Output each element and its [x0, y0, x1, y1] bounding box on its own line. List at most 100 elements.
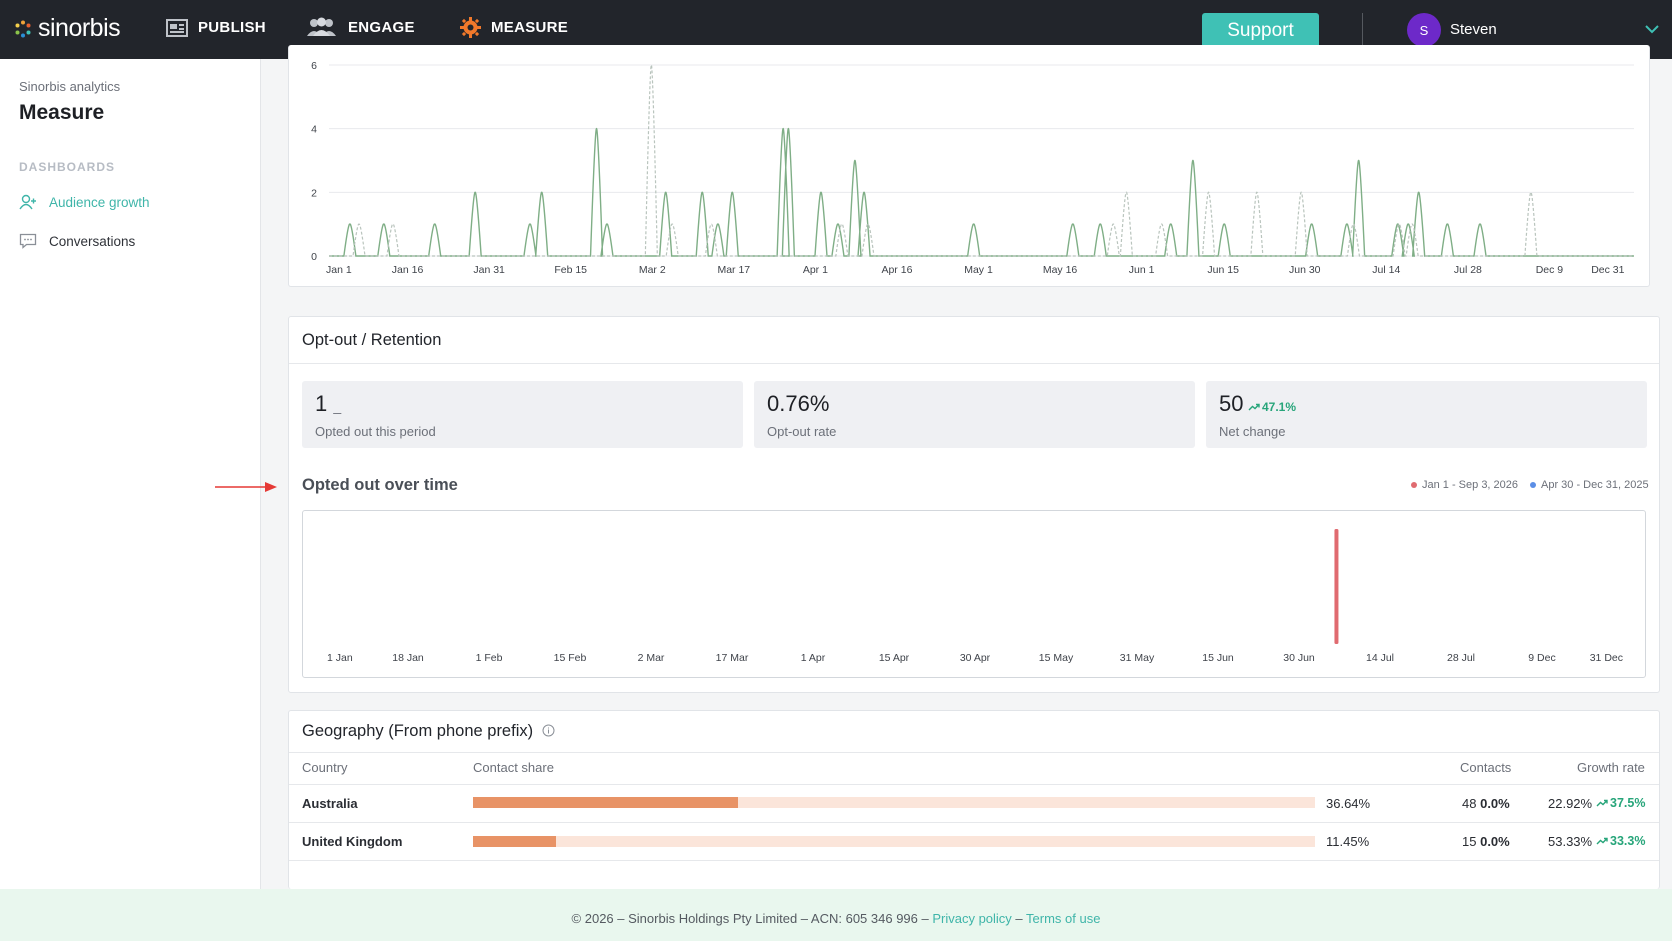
x-tick-label: Jun 30 [1289, 264, 1321, 276]
user-icon [19, 194, 36, 210]
stat-opted-out: 1 _ Opted out this period [302, 381, 743, 448]
x-tick-label: Mar 17 [717, 264, 750, 276]
x-tick-label: May 16 [1043, 264, 1078, 276]
growth-trend: 37.5% [1596, 796, 1645, 810]
brand-name: sinorbis [38, 14, 121, 42]
x-tick-label: Jun 1 [1129, 264, 1155, 276]
x-tick-label: 1 Apr [801, 652, 826, 664]
x-tick-label: 2 Mar [638, 652, 665, 664]
x-tick-label: Apr 1 [803, 264, 828, 276]
user-avatar[interactable]: S [1407, 13, 1441, 47]
info-icon[interactable] [542, 724, 555, 737]
stat-trend: 47.1% [1248, 400, 1296, 414]
y-tick-label: 2 [311, 187, 317, 199]
topbar-divider [1362, 13, 1363, 47]
stat-suffix: _ [333, 398, 342, 414]
sidebar-item-conversations[interactable]: Conversations [19, 233, 135, 249]
column-header-country[interactable]: Country [302, 760, 348, 775]
sidebar-title: Measure [19, 101, 105, 124]
x-tick-label: 18 Jan [392, 652, 424, 664]
nav-publish[interactable]: PUBLISH [166, 17, 266, 37]
column-header-contacts[interactable]: Contacts [1460, 760, 1511, 775]
trend-up-icon [1596, 799, 1608, 807]
privacy-policy-link[interactable]: Privacy policy [932, 911, 1011, 926]
optout-chart-title: Opted out over time [302, 476, 458, 494]
geography-divider [289, 752, 1659, 753]
x-tick-label: Dec 31 [1591, 264, 1624, 276]
y-tick-label: 4 [311, 124, 317, 136]
nav-engage[interactable]: ENGAGE [305, 17, 415, 37]
share-value: 36.64% [1326, 796, 1371, 811]
x-tick-label: 28 Jul [1447, 652, 1475, 664]
trend-up-icon [1248, 403, 1260, 411]
x-tick-label: 1 Feb [476, 652, 503, 664]
x-tick-label: 30 Apr [960, 652, 991, 664]
geography-title: Geography (From phone prefix) [302, 722, 555, 741]
x-tick-label: 15 Jun [1202, 652, 1234, 664]
share-bar-track [473, 836, 1315, 847]
x-tick-label: Feb 15 [554, 264, 587, 276]
country-name: Australia [302, 796, 358, 811]
stat-optout-rate: 0.76% Opt-out rate [754, 381, 1195, 448]
x-tick-label: 15 May [1039, 652, 1074, 664]
x-tick-label: 14 Jul [1366, 652, 1394, 664]
annotation-arrow-icon [215, 482, 277, 492]
optout-title: Opt-out / Retention [302, 331, 442, 349]
x-tick-label: 9 Dec [1528, 652, 1555, 664]
country-name: United Kingdom [302, 834, 403, 849]
chevron-down-icon[interactable] [1645, 24, 1659, 34]
x-tick-label: 31 May [1120, 652, 1155, 664]
column-header-growth[interactable]: Growth rate [1577, 760, 1645, 775]
x-tick-label: Mar 2 [639, 264, 666, 276]
nav-measure-label: MEASURE [491, 19, 569, 36]
y-tick-label: 6 [311, 60, 317, 72]
stat-label: Opt-out rate [767, 424, 837, 439]
column-header-share[interactable]: Contact share [473, 760, 554, 775]
contacts-value: 48 0.0% [1462, 796, 1510, 811]
optout-chart-frame: 1 Jan 18 Jan 1 Feb 15 Feb 2 Mar 17 Mar 1 Apr 15… [302, 510, 1646, 678]
optout-bar [1334, 529, 1339, 644]
stat-net-change: 50 47.1% Net change [1206, 381, 1647, 448]
growth-trend: 33.3% [1596, 834, 1645, 848]
sinorbis-logo-icon [15, 20, 31, 37]
sidebar-item-audience-growth[interactable]: Audience growth [19, 194, 150, 210]
stat-label: Opted out this period [315, 424, 436, 439]
legend-item[interactable]: Jan 1 - Sep 3, 2026 [1411, 479, 1518, 491]
stat-label: Net change [1219, 424, 1286, 439]
x-tick-label: 17 Mar [716, 652, 749, 664]
x-tick-label: 15 Feb [554, 652, 587, 664]
nav-publish-label: PUBLISH [198, 18, 266, 36]
brand-logo[interactable]: sinorbis [14, 14, 121, 43]
x-tick-label: Jan 16 [392, 264, 424, 276]
people-icon [307, 17, 336, 36]
x-tick-label: 30 Jun [1283, 652, 1315, 664]
x-tick-label: 31 Dec [1590, 652, 1623, 664]
chat-icon [19, 233, 37, 249]
sidebar-item-label: Audience growth [49, 194, 150, 210]
user-name[interactable]: Steven [1450, 21, 1497, 38]
x-tick-label: Dec 9 [1536, 264, 1564, 276]
legend-label: Apr 30 - Dec 31, 2025 [1541, 479, 1649, 491]
sidebar-subtitle: Sinorbis analytics [19, 79, 121, 94]
support-button[interactable]: Support [1202, 13, 1319, 48]
terms-of-use-link[interactable]: Terms of use [1026, 911, 1100, 926]
x-tick-label: May 1 [964, 264, 993, 276]
legend-dot [1411, 482, 1417, 488]
nav-measure[interactable]: MEASURE [460, 17, 568, 38]
series-line-comparison [329, 64, 1634, 257]
footer-separator: – [1011, 911, 1027, 926]
growth-value: 22.92% [1548, 796, 1593, 811]
x-tick-label: Jan 1 [326, 264, 352, 276]
legend-item[interactable]: Apr 30 - Dec 31, 2025 [1530, 479, 1649, 491]
contacts-value: 15 0.0% [1462, 834, 1510, 849]
contacts-change: 0.0% [1480, 796, 1510, 811]
optout-divider [289, 363, 1659, 364]
sidebar-section-label: DASHBOARDS [19, 160, 116, 174]
x-tick-label: 15 Apr [879, 652, 910, 664]
optout-bar-chart: 1 Jan 18 Jan 1 Feb 15 Feb 2 Mar 17 Mar 1 Apr 15… [327, 529, 1623, 664]
x-tick-label: Apr 16 [881, 264, 912, 276]
publish-icon [166, 19, 188, 37]
x-tick-label: Jun 15 [1207, 264, 1239, 276]
table-divider [289, 822, 1659, 823]
contacts-change: 0.0% [1480, 834, 1510, 849]
